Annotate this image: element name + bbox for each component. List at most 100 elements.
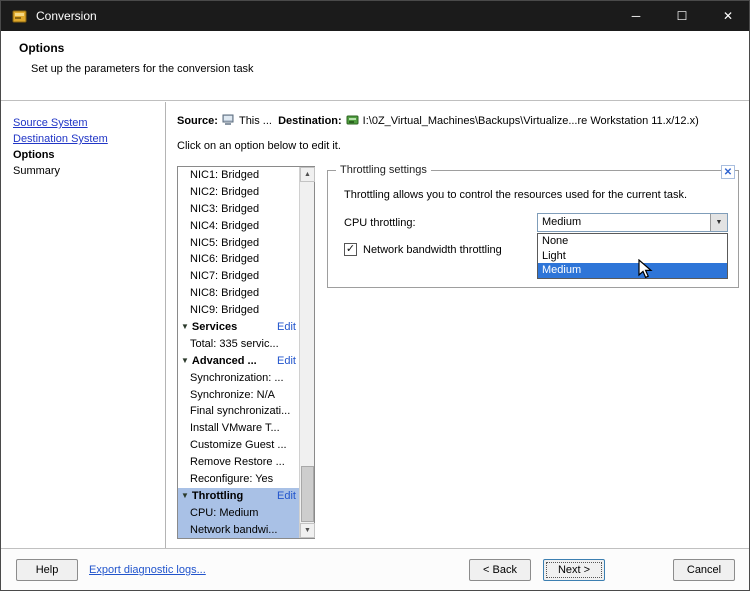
edit-link[interactable]: Edit xyxy=(277,488,296,505)
cpu-throttling-dropdown-list: None Light Medium xyxy=(537,233,728,279)
cpu-throttling-dropdown[interactable]: Medium ▼ xyxy=(537,213,728,232)
options-item-row[interactable]: Customize Guest ... xyxy=(178,437,299,454)
option-label: Install VMware T... xyxy=(190,422,280,435)
options-item-row[interactable]: NIC4: Bridged xyxy=(178,218,299,235)
destination-value: I:\0Z_Virtual_Machines\Backups\Virtualiz… xyxy=(362,115,699,127)
option-label: NIC7: Bridged xyxy=(190,270,260,283)
options-item-row[interactable]: NIC7: Bridged xyxy=(178,268,299,285)
help-button[interactable]: Help xyxy=(16,559,78,581)
group-title: Throttling settings xyxy=(336,164,431,176)
throttling-settings-group: Throttling settings ✕ Throttling allows … xyxy=(327,164,739,288)
instruction-text: Click on an option below to edit it. xyxy=(177,140,341,152)
destination-icon xyxy=(346,114,359,129)
source-icon xyxy=(222,114,235,129)
main-panel: Source: This ... Destination: I:\0Z_Virtua… xyxy=(167,102,749,548)
window-controls: ─ ☐ ✕ xyxy=(613,1,749,31)
option-label: NIC6: Bridged xyxy=(190,253,260,266)
options-item-row[interactable]: Synchronize: N/A xyxy=(178,387,299,404)
option-label: NIC4: Bridged xyxy=(190,219,260,232)
cpu-throttling-value: Medium xyxy=(542,216,582,228)
option-label: Services xyxy=(191,321,238,334)
next-button[interactable]: Next > xyxy=(543,559,605,581)
page-subtitle: Set up the parameters for the conversion… xyxy=(31,63,254,75)
option-label: Synchronize: N/A xyxy=(190,388,275,401)
window-title: Conversion xyxy=(36,9,97,23)
wizard-header: Options Set up the parameters for the co… xyxy=(1,31,749,101)
dropdown-option-medium[interactable]: Medium xyxy=(538,263,727,278)
options-item-row[interactable]: NIC2: Bridged xyxy=(178,184,299,201)
dropdown-option-light[interactable]: Light xyxy=(538,249,727,264)
throttling-description: Throttling allows you to control the res… xyxy=(344,189,687,201)
nav-summary[interactable]: Summary xyxy=(13,165,60,177)
options-item-row[interactable]: NIC6: Bridged xyxy=(178,251,299,268)
edit-link[interactable]: Edit xyxy=(277,319,296,336)
option-label: Network bandwi... xyxy=(190,523,278,536)
options-section-row[interactable]: ▼ Advanced ... Edit xyxy=(178,353,299,370)
options-item-row[interactable]: Remove Restore ... xyxy=(178,454,299,471)
footer-bar: Help Export diagnostic logs... < Back Ne… xyxy=(1,548,749,590)
options-list-rows: NIC1: Bridged NIC2: Bridged NIC3: Bridged N… xyxy=(178,167,299,538)
scroll-up-arrow-icon[interactable]: ▲ xyxy=(300,167,315,182)
option-label: Advanced ... xyxy=(191,354,257,367)
nav-source-system[interactable]: Source System xyxy=(13,117,88,129)
options-list: NIC1: Bridged NIC2: Bridged NIC3: Bridged N… xyxy=(177,166,315,539)
minimize-button[interactable]: ─ xyxy=(613,1,659,31)
options-item-row[interactable]: Total: 335 servic... xyxy=(178,336,299,353)
options-item-row[interactable]: Synchronization: ... xyxy=(178,370,299,387)
dropdown-arrow-icon[interactable]: ▼ xyxy=(710,214,727,231)
options-item-row[interactable]: Install VMware T... xyxy=(178,420,299,437)
options-item-row[interactable]: NIC1: Bridged xyxy=(178,167,299,184)
options-item-row[interactable]: NIC9: Bridged xyxy=(178,302,299,319)
maximize-button[interactable]: ☐ xyxy=(659,1,705,31)
conversion-window: Conversion ─ ☐ ✕ Options Set up the para… xyxy=(0,0,750,591)
option-label: NIC3: Bridged xyxy=(190,202,260,215)
edit-link[interactable]: Edit xyxy=(277,353,296,370)
options-section-row[interactable]: ▼ Throttling Edit xyxy=(178,487,299,505)
collapse-triangle-icon[interactable]: ▼ xyxy=(181,356,189,365)
options-item-row[interactable]: Network bandwi... xyxy=(178,521,299,538)
wizard-body: Source System Destination System Options… xyxy=(1,102,749,548)
option-label: NIC1: Bridged xyxy=(190,169,260,181)
option-label: NIC5: Bridged xyxy=(190,236,260,249)
option-label: NIC2: Bridged xyxy=(190,185,260,198)
destination-label: Destination: xyxy=(278,115,342,127)
app-icon xyxy=(12,8,28,24)
cancel-button[interactable]: Cancel xyxy=(673,559,735,581)
scroll-down-arrow-icon[interactable]: ▼ xyxy=(300,523,315,538)
option-label: Customize Guest ... xyxy=(190,439,287,452)
cpu-throttling-label: CPU throttling: xyxy=(344,217,416,229)
source-label: Source: xyxy=(177,115,218,127)
options-item-row[interactable]: NIC8: Bridged xyxy=(178,285,299,302)
source-value: This ... xyxy=(238,115,272,127)
option-label: CPU: Medium xyxy=(190,506,259,519)
nav-destination-system[interactable]: Destination System xyxy=(13,133,108,145)
page-title: Options xyxy=(19,41,65,55)
options-scrollbar[interactable]: ▲ ▼ xyxy=(299,167,315,538)
options-item-row[interactable]: NIC5: Bridged xyxy=(178,235,299,252)
collapse-triangle-icon[interactable]: ▼ xyxy=(181,322,189,331)
options-item-row[interactable]: Final synchronizati... xyxy=(178,403,299,420)
option-label: Reconfigure: Yes xyxy=(190,473,274,486)
options-section-row[interactable]: ▼ Services Edit xyxy=(178,319,299,336)
dropdown-option-none[interactable]: None xyxy=(538,234,727,249)
back-button[interactable]: < Back xyxy=(469,559,531,581)
network-bandwidth-label: Network bandwidth throttling xyxy=(363,243,502,256)
close-button[interactable]: ✕ xyxy=(705,1,749,31)
wizard-step-nav: Source System Destination System Options… xyxy=(1,102,166,548)
options-item-row[interactable]: NIC3: Bridged xyxy=(178,201,299,218)
source-destination-line: Source: This ... Destination: I:\0Z_Virtua… xyxy=(177,114,699,129)
option-label: NIC9: Bridged xyxy=(190,304,260,317)
option-label: Remove Restore ... xyxy=(190,456,285,469)
scrollbar-thumb[interactable] xyxy=(301,466,314,522)
option-label: Throttling xyxy=(191,489,244,502)
nav-options-current: Options xyxy=(13,149,55,161)
export-diagnostic-logs-link[interactable]: Export diagnostic logs... xyxy=(89,564,206,576)
options-item-row[interactable]: Reconfigure: Yes xyxy=(178,471,299,488)
network-bandwidth-row: ✓ Network bandwidth throttling xyxy=(344,243,502,256)
option-label: Total: 335 servic... xyxy=(190,337,279,350)
collapse-triangle-icon[interactable]: ▼ xyxy=(181,491,189,500)
options-item-row[interactable]: CPU: Medium xyxy=(178,504,299,522)
network-bandwidth-checkbox[interactable]: ✓ xyxy=(344,243,357,256)
option-label: NIC8: Bridged xyxy=(190,287,260,300)
group-close-icon[interactable]: ✕ xyxy=(721,165,735,179)
